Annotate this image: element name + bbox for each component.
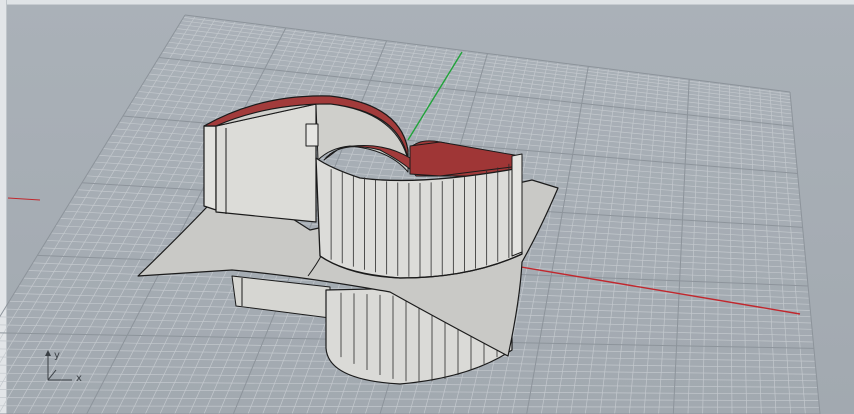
slot-cut xyxy=(305,123,319,147)
grid-line xyxy=(628,75,660,414)
perspective-viewport[interactable]: y x xyxy=(0,0,854,414)
viewport-scene[interactable] xyxy=(0,0,854,414)
grid-line xyxy=(702,81,710,414)
left-wall-front xyxy=(203,125,217,211)
world-x-axis-negative xyxy=(7,197,41,201)
grid-line xyxy=(0,17,206,364)
grid-line xyxy=(584,71,630,414)
grid-line xyxy=(716,83,720,414)
grid-line xyxy=(643,76,670,414)
grid-line xyxy=(0,389,819,395)
grid-line xyxy=(729,84,733,414)
grid-line xyxy=(599,72,640,414)
axis-widget-x-label: x xyxy=(76,373,82,384)
grid-line xyxy=(789,91,821,414)
grid-line xyxy=(555,68,609,414)
grid-line xyxy=(0,19,226,413)
axis-orientation-widget: y x xyxy=(38,346,98,392)
z-axis-arrow-icon xyxy=(45,350,72,381)
grid-line xyxy=(687,80,700,414)
right-wall-end xyxy=(511,153,523,257)
grid-line xyxy=(0,405,820,408)
grid-line xyxy=(614,73,650,414)
grid-line xyxy=(570,70,619,414)
axis-widget-y-label: y xyxy=(54,350,60,361)
3d-model[interactable] xyxy=(137,95,559,385)
left-block-lower xyxy=(231,275,331,319)
grid-line xyxy=(0,18,216,388)
